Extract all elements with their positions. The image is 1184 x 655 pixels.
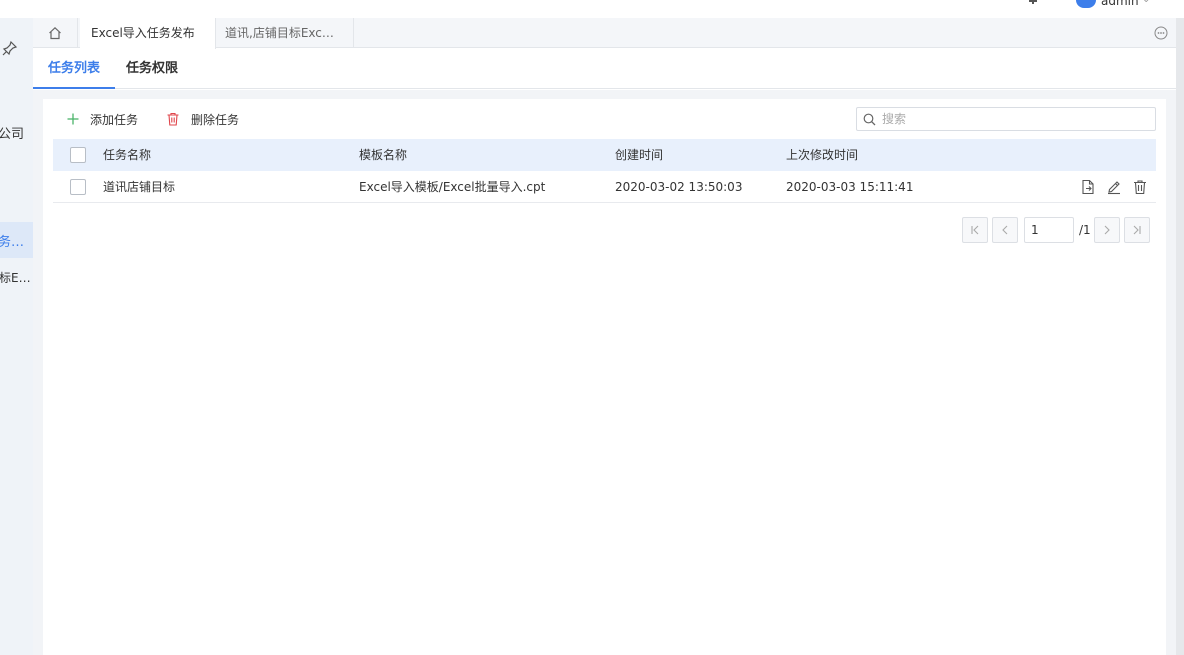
modified-time-cell: 2020-03-03 15:11:41 — [786, 180, 914, 194]
sub-tabs: 任务列表 任务权限 — [32, 49, 1176, 89]
pin-icon[interactable] — [2, 40, 18, 56]
tab-home[interactable] — [33, 18, 78, 48]
last-page-button[interactable] — [1124, 217, 1150, 243]
main-area: Excel导入任务发布 道讯,店铺目标Exc… 任务列表 任务权限 添加任务 删… — [32, 18, 1176, 655]
row-actions — [1080, 179, 1148, 195]
chevron-down-icon[interactable]: ⌄ — [1142, 0, 1150, 5]
last-page-icon — [1133, 225, 1141, 235]
column-header-task-name[interactable]: 任务名称 — [103, 139, 151, 171]
edit-icon[interactable] — [1106, 179, 1122, 195]
prev-page-button[interactable] — [992, 217, 1018, 243]
created-time-cell: 2020-03-02 13:50:03 — [615, 180, 743, 194]
tab-task-list[interactable]: 任务列表 — [32, 49, 116, 89]
top-header: admin ⌄ — [0, 0, 1184, 18]
chevron-right-icon — [1104, 225, 1110, 235]
row-checkbox[interactable] — [70, 179, 86, 195]
task-panel: 添加任务 删除任务 任务名称 模板名称 创建时间 上次修改时间 — [43, 99, 1166, 655]
tab-store-target[interactable]: 道讯,店铺目标Exc… — [214, 18, 354, 48]
tab-task-permission[interactable]: 任务权限 — [126, 49, 178, 89]
next-page-button[interactable] — [1094, 217, 1120, 243]
publish-icon[interactable] — [1080, 179, 1096, 195]
page-number-input[interactable]: 1 — [1024, 217, 1074, 243]
add-task-button[interactable]: 添加任务 — [67, 109, 138, 129]
home-icon — [49, 26, 61, 40]
tab-excel-import-publish[interactable]: Excel导入任务发布 — [80, 18, 216, 49]
task-name-cell: 道讯店铺目标 — [103, 180, 176, 194]
sidebar-item-active[interactable]: 务… — [0, 222, 33, 258]
trash-icon — [167, 112, 179, 126]
pagination: 1 /1 — [962, 217, 1152, 243]
first-page-icon — [971, 225, 979, 235]
tab-bar: Excel导入任务发布 道讯,店铺目标Exc… — [33, 18, 1176, 49]
delete-task-button[interactable]: 删除任务 — [166, 109, 239, 129]
delete-task-label: 删除任务 — [191, 112, 240, 127]
add-task-label: 添加任务 — [90, 112, 139, 127]
select-all-checkbox[interactable] — [70, 147, 86, 163]
username[interactable]: admin — [1101, 0, 1139, 8]
scrollbar[interactable] — [1176, 18, 1184, 655]
delete-icon[interactable] — [1132, 179, 1148, 195]
avatar[interactable] — [1076, 0, 1096, 8]
first-page-button[interactable] — [962, 217, 988, 243]
search-icon — [863, 113, 876, 125]
sidebar-item-label: 务… — [0, 235, 25, 250]
sidebar-item-company[interactable]: 公司 — [0, 123, 24, 142]
column-header-created[interactable]: 创建时间 — [615, 139, 663, 171]
page-total: /1 — [1079, 223, 1091, 237]
more-icon[interactable] — [1154, 26, 1168, 40]
plus-icon — [67, 113, 79, 125]
sidebar: 公司 务… 标E… — [0, 18, 33, 655]
sidebar-item-target[interactable]: 标E… — [0, 269, 31, 286]
template-name-cell: Excel导入模板/Excel批量导入.cpt — [359, 180, 546, 194]
search-input[interactable] — [882, 112, 1142, 126]
search-box — [856, 107, 1156, 131]
table-header: 任务名称 模板名称 创建时间 上次修改时间 — [53, 139, 1156, 171]
chevron-left-icon — [1002, 225, 1008, 235]
bell-icon[interactable] — [1027, 0, 1039, 4]
task-table: 任务名称 模板名称 创建时间 上次修改时间 道讯店铺目标 Excel导入模板/E… — [53, 139, 1156, 203]
table-row[interactable]: 道讯店铺目标 Excel导入模板/Excel批量导入.cpt 2020-03-0… — [53, 171, 1156, 203]
column-header-template-name[interactable]: 模板名称 — [359, 139, 407, 171]
column-header-modified[interactable]: 上次修改时间 — [786, 139, 858, 171]
